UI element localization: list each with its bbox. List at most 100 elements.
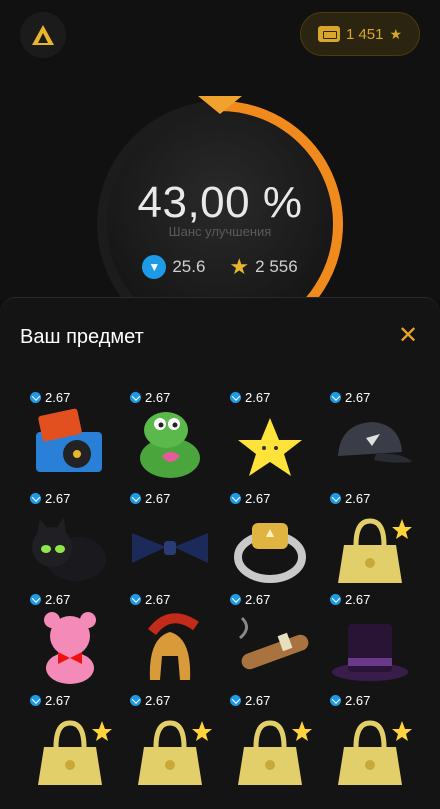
ton-icon xyxy=(30,594,41,605)
stars-value: 2 556 xyxy=(255,257,298,276)
ton-stat: ▼ 25.6 xyxy=(142,255,205,279)
item-price-value: 2.67 xyxy=(245,693,271,708)
gold-bag-image xyxy=(338,518,412,583)
gold-bag-image xyxy=(238,720,312,785)
item-card-lucky-star[interactable]: 2.67 xyxy=(222,382,322,483)
item-card-gold-bag[interactable]: 2.67 xyxy=(322,685,422,786)
ton-icon xyxy=(230,594,241,605)
item-price-value: 2.67 xyxy=(345,592,371,607)
ton-icon xyxy=(30,392,41,403)
spartan-helmet-image xyxy=(148,613,199,680)
bow-tie-image xyxy=(132,533,208,563)
item-price-value: 2.67 xyxy=(345,390,371,405)
stars-stat: ★ 2 556 xyxy=(229,255,297,279)
item-price-value: 2.67 xyxy=(145,592,171,607)
ton-icon xyxy=(330,392,341,403)
item-picker-sheet: Ваш предмет ✕ 2.67 2.67 2.67 2.67 2.67 2.67 2.… xyxy=(0,297,440,809)
balance-pill[interactable]: 1 451 ★ xyxy=(300,12,420,56)
item-card-record-player[interactable]: 2.67 xyxy=(22,382,122,483)
item-card-pink-teddy[interactable]: 2.67 xyxy=(22,584,122,685)
cigar-image xyxy=(238,616,309,670)
item-price: 2.67 xyxy=(30,390,70,405)
item-price: 2.67 xyxy=(230,693,270,708)
item-price-value: 2.67 xyxy=(45,693,71,708)
gold-bag-image xyxy=(38,720,112,785)
triangle-logo-icon xyxy=(32,25,54,45)
pink-teddy-image xyxy=(44,612,96,684)
durov-cap-image xyxy=(338,422,412,463)
item-card-gold-bag[interactable]: 2.67 xyxy=(122,685,222,786)
pepe-frog-image xyxy=(140,412,200,478)
item-price-value: 2.67 xyxy=(245,491,271,506)
item-price-value: 2.67 xyxy=(345,491,371,506)
item-price: 2.67 xyxy=(30,592,70,607)
item-price: 2.67 xyxy=(230,390,270,405)
item-card-signet-ring[interactable]: 2.67 xyxy=(222,483,322,584)
item-card-black-cat[interactable]: 2.67 xyxy=(22,483,122,584)
item-price: 2.67 xyxy=(130,693,170,708)
item-card-durov-cap[interactable]: 2.67 xyxy=(322,382,422,483)
chance-label: Шанс улучшения xyxy=(168,224,272,239)
ton-icon xyxy=(330,695,341,706)
item-price-value: 2.67 xyxy=(45,491,71,506)
item-price: 2.67 xyxy=(30,693,70,708)
ton-icon xyxy=(230,695,241,706)
item-price-value: 2.67 xyxy=(45,592,71,607)
gold-bag-image xyxy=(338,720,412,785)
ton-icon xyxy=(130,695,141,706)
record-player-image xyxy=(36,408,102,472)
item-price: 2.67 xyxy=(330,491,370,506)
ton-icon xyxy=(330,493,341,504)
close-icon[interactable]: ✕ xyxy=(396,324,420,348)
item-price: 2.67 xyxy=(330,693,370,708)
ton-icon xyxy=(30,695,41,706)
item-price-value: 2.67 xyxy=(45,390,71,405)
item-price: 2.67 xyxy=(130,390,170,405)
item-card-top-hat[interactable]: 2.67 xyxy=(322,584,422,685)
item-price-value: 2.67 xyxy=(245,592,271,607)
top-hat-image xyxy=(332,624,408,681)
item-price: 2.67 xyxy=(230,491,270,506)
item-card-pepe-frog[interactable]: 2.67 xyxy=(122,382,222,483)
item-price: 2.67 xyxy=(330,390,370,405)
ton-icon xyxy=(30,493,41,504)
upgrade-stats: ▼ 25.6 ★ 2 556 xyxy=(0,255,440,279)
logo-button[interactable] xyxy=(20,12,66,58)
black-cat-image xyxy=(32,517,106,581)
star-icon: ★ xyxy=(389,25,403,42)
lucky-star-image xyxy=(238,418,302,476)
item-price: 2.67 xyxy=(30,491,70,506)
item-price-value: 2.67 xyxy=(145,693,171,708)
item-card-gold-bag[interactable]: 2.67 xyxy=(322,483,422,584)
item-price: 2.67 xyxy=(130,491,170,506)
item-card-gold-bag[interactable]: 2.67 xyxy=(22,685,122,786)
ton-value: 25.6 xyxy=(172,257,206,276)
sheet-title: Ваш предмет xyxy=(20,326,144,348)
balance-value: 1 451 xyxy=(345,25,384,43)
upgrade-panel: 1 451 ★ 43,00 % Шанс улучшения ▼ 25.6 ★ … xyxy=(0,0,440,347)
item-price-value: 2.67 xyxy=(145,390,171,405)
ton-icon xyxy=(130,493,141,504)
item-grid: 2.67 2.67 2.67 2.67 2.67 2.67 2.67 2.67 2.67 2.67… xyxy=(22,382,422,786)
item-price-value: 2.67 xyxy=(245,390,271,405)
item-card-gold-bag[interactable]: 2.67 xyxy=(222,685,322,786)
ton-icon xyxy=(230,493,241,504)
item-price: 2.67 xyxy=(330,592,370,607)
ton-icon xyxy=(130,594,141,605)
ticket-icon xyxy=(317,26,340,42)
item-price-value: 2.67 xyxy=(345,693,371,708)
ton-icon xyxy=(330,594,341,605)
item-card-bow-tie[interactable]: 2.67 xyxy=(122,483,222,584)
item-card-cigar[interactable]: 2.67 xyxy=(222,584,322,685)
ton-icon xyxy=(230,392,241,403)
chance-value: 43,00 % xyxy=(137,178,303,227)
item-card-spartan-helmet[interactable]: 2.67 xyxy=(122,584,222,685)
star-icon: ★ xyxy=(229,254,250,279)
ton-icon xyxy=(130,392,141,403)
ton-icon: ▼ xyxy=(142,255,167,279)
item-price-value: 2.67 xyxy=(145,491,171,506)
signet-ring-image xyxy=(234,523,306,583)
item-price: 2.67 xyxy=(130,592,170,607)
gold-bag-image xyxy=(138,720,212,785)
item-price: 2.67 xyxy=(230,592,270,607)
